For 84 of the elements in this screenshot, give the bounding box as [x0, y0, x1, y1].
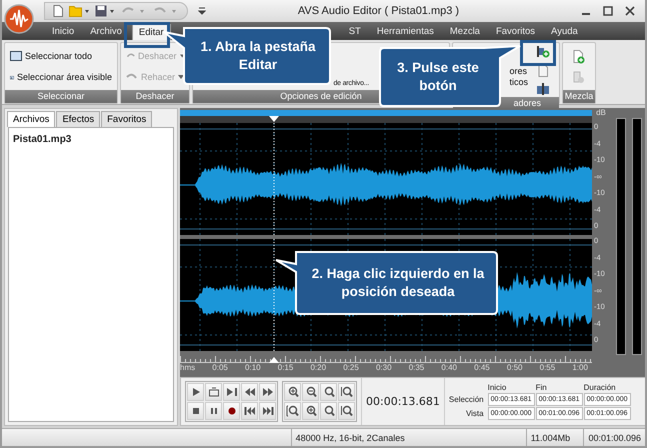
- ruler-label: 0:30: [376, 363, 392, 372]
- loop-icon: [208, 387, 220, 397]
- add-file-icon[interactable]: [573, 50, 585, 64]
- ribbon-tab[interactable]: Mezcla: [444, 24, 486, 40]
- go-start-button[interactable]: [241, 402, 258, 420]
- ruler-label: 0:05: [212, 363, 228, 372]
- zoom-in-button[interactable]: [302, 402, 319, 420]
- play-button[interactable]: [187, 383, 204, 401]
- panel-tab[interactable]: Archivos: [7, 111, 56, 127]
- db-unit-label: dB: [595, 108, 607, 119]
- record-icon: [226, 406, 238, 416]
- file-item[interactable]: Pista01.mp3: [13, 134, 72, 145]
- go-start-icon: [244, 406, 256, 416]
- row-label: Selección: [448, 395, 485, 404]
- playhead-marker-icon[interactable]: [269, 357, 279, 363]
- ruler-label: hms: [180, 363, 196, 372]
- ruler-label: 1:00: [572, 363, 588, 372]
- group-label: Mezcla: [563, 90, 595, 103]
- status-text: 48000 Hz, 16-bit, 2Canales: [290, 429, 526, 446]
- zoom-icon: [340, 386, 354, 398]
- ribbon-tab[interactable]: Inicio: [46, 24, 80, 40]
- play-end-icon: [226, 387, 238, 397]
- panel-tab[interactable]: Favoritos: [101, 111, 152, 127]
- ribbon-button[interactable]: Seleccionar todo: [8, 49, 114, 62]
- customize-toolbar-icon[interactable]: [198, 7, 206, 15]
- markers-icon[interactable]: [536, 83, 550, 95]
- go-end-button[interactable]: [259, 402, 276, 420]
- stop-button[interactable]: [187, 402, 204, 420]
- close-icon[interactable]: [625, 6, 635, 16]
- ruler-label: 0:35: [408, 363, 424, 372]
- zoom-selection-button[interactable]: [320, 383, 337, 401]
- waveform-drawing[interactable]: [180, 123, 592, 239]
- pause-button[interactable]: [205, 402, 222, 420]
- zoom-out-button[interactable]: [302, 383, 319, 401]
- new-file-icon[interactable]: [53, 5, 63, 17]
- ruler-label: 0:50: [506, 363, 522, 372]
- ribbon-button[interactable]: ores ticos: [507, 65, 530, 89]
- caret-icon: [178, 75, 184, 80]
- zoom-vertical-in-button[interactable]: [338, 383, 355, 401]
- zoom-fit-button[interactable]: [284, 402, 301, 420]
- loop-button[interactable]: [205, 383, 222, 401]
- column-header: Inicio: [488, 383, 508, 392]
- group-label: Deshacer: [121, 90, 189, 103]
- ribbon-tab[interactable]: Ayuda: [545, 24, 584, 40]
- zoom-in-button[interactable]: [284, 383, 301, 401]
- record-button[interactable]: [223, 402, 240, 420]
- ruler-label: 0:55: [540, 363, 556, 372]
- ribbon-tab[interactable]: Favoritos: [490, 24, 542, 40]
- forward-icon: [262, 387, 274, 397]
- rewind-icon: [244, 387, 256, 397]
- maximize-icon[interactable]: [603, 6, 613, 16]
- ribbon-tab[interactable]: ST: [342, 24, 367, 40]
- select-all-icon: [10, 50, 22, 62]
- window-title: AVS Audio Editor ( Pista01.mp3 ): [296, 5, 460, 17]
- time-ruler[interactable]: hms 0:05 0:10 0:15 0:20 0:25 0:30 0:35 0:40 0:45 0:50 0:55 1:00: [180, 355, 592, 377]
- zoom-vertical-out-button[interactable]: [338, 402, 355, 420]
- panel-tab[interactable]: Efectos: [56, 111, 100, 127]
- ribbon-button[interactable]: Seleccionar área visible: [8, 70, 114, 84]
- ribbon-tab[interactable]: Herramientas: [370, 24, 440, 40]
- zoom-icon: [286, 405, 300, 417]
- ruler-label: 0:45: [474, 363, 490, 372]
- ruler-label: 0:40: [441, 363, 457, 372]
- go-end-icon: [262, 406, 274, 416]
- status-text: 00:01:00.096: [583, 429, 645, 446]
- column-header: Fin: [536, 383, 548, 392]
- ruler-label: 0:10: [245, 363, 261, 372]
- column-header: Duración: [584, 383, 617, 392]
- rewind-button[interactable]: [241, 383, 258, 401]
- folder-icon[interactable]: [69, 5, 89, 17]
- ribbon-tab[interactable]: Archivo: [84, 24, 128, 40]
- forward-button[interactable]: [259, 383, 276, 401]
- status-text: 11.004Mb: [526, 429, 584, 446]
- ruler-label: 0:15: [278, 363, 294, 372]
- save-icon[interactable]: [95, 5, 115, 17]
- add-marker-icon[interactable]: [536, 45, 550, 58]
- callout: 2. Haga clic izquierdo en la posición deseada: [274, 250, 500, 316]
- group-label: Seleccionar: [5, 90, 117, 103]
- zoom-find-button[interactable]: [320, 402, 337, 420]
- row-label: Vista: [464, 409, 485, 418]
- ruler-label: 0:25: [343, 363, 359, 372]
- play-end-button[interactable]: [223, 383, 240, 401]
- current-time: 00:00:13.681: [366, 395, 440, 408]
- ruler-label: 0:20: [310, 363, 326, 372]
- zoom-icon: [340, 405, 354, 417]
